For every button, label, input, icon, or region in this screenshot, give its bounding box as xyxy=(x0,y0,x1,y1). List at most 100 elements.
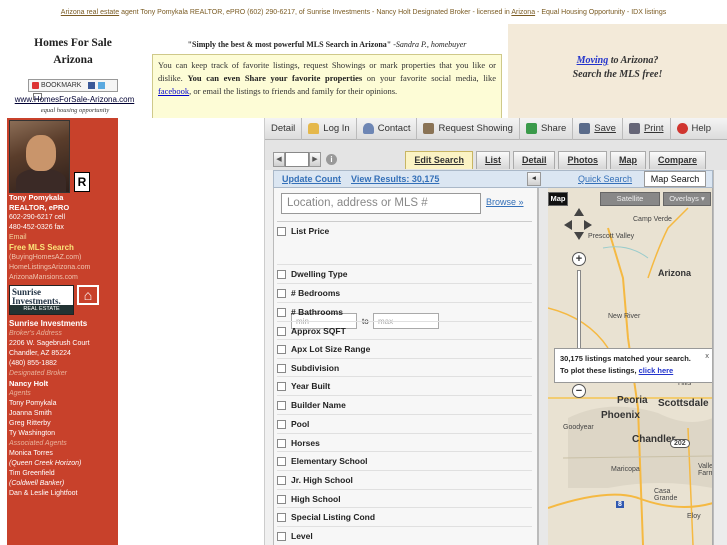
map-type-map[interactable]: Map xyxy=(548,192,568,206)
pan-down-icon[interactable] xyxy=(574,232,584,240)
filter-row[interactable]: Builder Name xyxy=(277,395,532,414)
agents-label: Agents xyxy=(9,390,31,397)
promo-box: You can keep track of favorite listings,… xyxy=(152,54,502,125)
contact-button[interactable]: Contact xyxy=(357,117,418,140)
pan-right-icon[interactable] xyxy=(584,220,592,230)
filter-row[interactable]: Horses xyxy=(277,433,532,452)
arizona-link[interactable]: Arizona xyxy=(511,9,535,16)
map-search-button[interactable]: Map Search xyxy=(644,171,706,187)
associated-agent-item: Monica Torres xyxy=(9,450,53,457)
view-results-link[interactable]: View Results: 30,175 xyxy=(351,174,439,184)
next-arrow-icon[interactable]: ▶ xyxy=(309,152,321,167)
brokers-address-label: Broker's Address xyxy=(9,330,62,337)
twitter-icon xyxy=(98,81,106,89)
broker-phone: (480) 855-1882 xyxy=(9,360,57,367)
app-scrollbar[interactable] xyxy=(713,170,727,545)
filter-row[interactable]: Approx SQFT xyxy=(277,321,532,340)
filter-row[interactable]: Apx Lot Size Range xyxy=(277,339,532,358)
site-link-2[interactable]: HomeListingsArizona.com xyxy=(9,263,117,273)
agent-list-item: Joanna Smith xyxy=(9,410,52,417)
filters-scrollbar[interactable] xyxy=(538,188,548,545)
facebook-link[interactable]: facebook xyxy=(158,86,189,96)
agent-fax: 480-452-0326 fax xyxy=(9,224,64,231)
site-link-3[interactable]: ArizonaMansions.com xyxy=(9,273,117,283)
page-number-input[interactable] xyxy=(285,152,309,167)
prev-arrow-icon[interactable]: ◀ xyxy=(273,152,285,167)
map-label-prescott-valley: Prescott Valley xyxy=(588,233,635,240)
filter-list-price[interactable]: List Price xyxy=(277,221,532,240)
site-url[interactable]: www.HomesForSale-Arizona.com xyxy=(12,95,137,104)
associated-agent-item: Dan & Leslie Lightfoot xyxy=(9,490,78,497)
sunrise-logo: Sunrise Investments. REAL ESTATE xyxy=(9,285,74,315)
close-icon[interactable]: x xyxy=(705,350,709,362)
filter-row[interactable]: Subdivision xyxy=(277,358,532,377)
agent-list-item: Tony Pomykala xyxy=(9,400,57,407)
collapse-panel-button[interactable]: ◂ xyxy=(527,172,541,186)
tab-compare[interactable]: Compare xyxy=(648,151,706,169)
filter-row[interactable]: Dwelling Type xyxy=(277,264,532,283)
filter-row[interactable]: Pool xyxy=(277,414,532,433)
results-popup: 30,175 listings matched your search. To … xyxy=(554,348,712,383)
location-search-input[interactable]: Location, address or MLS # xyxy=(281,193,481,214)
filter-row[interactable]: Special Listing Cond xyxy=(277,507,532,526)
request-showing-button[interactable]: Request Showing xyxy=(417,117,520,140)
pan-up-icon[interactable] xyxy=(574,208,584,216)
save-button[interactable]: Save xyxy=(573,117,623,140)
pan-left-icon[interactable] xyxy=(564,220,572,230)
search-filters: Location, address or MLS # Browse » List… xyxy=(273,188,538,545)
map-label-scottsdale: Scottsdale xyxy=(658,398,709,409)
info-icon[interactable]: i xyxy=(326,154,337,165)
bookmark-button[interactable]: BOOKMARK xyxy=(28,79,118,100)
map-label-arizona: Arizona xyxy=(658,268,692,278)
free-mls-search-link[interactable]: Free MLS Search xyxy=(9,243,117,253)
map-overlays-dropdown[interactable]: Overlays ▾ xyxy=(663,192,711,206)
printer-icon xyxy=(628,123,640,134)
tab-map[interactable]: Map xyxy=(609,151,646,169)
arizona-real-estate-link[interactable]: Arizona real estate xyxy=(61,9,119,16)
tab-edit-search[interactable]: Edit Search xyxy=(405,151,473,169)
moving-link[interactable]: Moving xyxy=(577,55,609,66)
save-icon xyxy=(579,123,591,134)
moving-panel: Moving to Arizona? Search the MLS free! xyxy=(508,24,727,118)
filter-row[interactable]: Year Built xyxy=(277,376,532,395)
site-link-1[interactable]: (BuyingHomesAZ.com) xyxy=(9,253,117,263)
filter-row[interactable]: Level xyxy=(277,526,532,545)
filter-row[interactable]: # Bathrooms xyxy=(277,302,532,321)
associated-agents-label: Associated Agents xyxy=(9,440,67,447)
share-button[interactable]: Share xyxy=(520,117,574,140)
associated-agent-item: Tim Greenfield xyxy=(9,470,55,477)
quick-search-link[interactable]: Quick Search xyxy=(578,174,632,184)
agent-email-link[interactable]: Email xyxy=(9,233,117,243)
map-type-satellite[interactable]: Satellite xyxy=(600,192,660,206)
tab-photos[interactable]: Photos xyxy=(558,151,607,169)
moving-text: Moving to Arizona? Search the MLS free! xyxy=(572,55,663,80)
login-button[interactable]: Log In xyxy=(302,117,357,140)
tabs-row: ◀ ▶ i Edit Search List Detail Photos Map… xyxy=(265,140,727,170)
help-icon xyxy=(676,123,688,134)
help-button[interactable]: Help xyxy=(671,118,718,140)
broker-name: Nancy Holt xyxy=(9,379,49,388)
tab-list[interactable]: List xyxy=(475,151,510,169)
person-icon xyxy=(362,123,374,134)
map-label-chandler: Chandler xyxy=(632,434,676,445)
browse-link[interactable]: Browse » xyxy=(486,197,524,207)
zoom-in-icon[interactable]: + xyxy=(572,252,586,266)
detail-button[interactable]: Detail xyxy=(265,117,303,140)
filter-row[interactable]: High School xyxy=(277,489,532,508)
zoom-out-icon[interactable]: − xyxy=(572,384,586,398)
checkbox[interactable] xyxy=(277,226,286,236)
update-count-link[interactable]: Update Count xyxy=(282,174,341,184)
agent-cell: 602-290-6217 cell xyxy=(9,214,66,221)
site-title[interactable]: Homes For Sale Arizona xyxy=(18,35,128,69)
brokerage-name: Sunrise Investments xyxy=(9,319,88,328)
address-line1: 2206 W. Sagebrush Court xyxy=(9,340,90,347)
tab-detail[interactable]: Detail xyxy=(512,151,556,169)
print-button[interactable]: Print xyxy=(623,117,671,140)
plot-listings-link[interactable]: click here xyxy=(639,366,674,375)
map-label-casa-grande: Casa Grande xyxy=(654,488,678,502)
tagline-end: - Equal Housing Opportunity - IDX listin… xyxy=(535,9,667,16)
filter-row[interactable]: Elementary School xyxy=(277,451,532,470)
filter-row[interactable]: # Bedrooms xyxy=(277,283,532,302)
map-view[interactable]: Map Satellite Overlays ▾ + − Arizona Cam… xyxy=(548,188,713,545)
filter-row[interactable]: Jr. High School xyxy=(277,470,532,489)
